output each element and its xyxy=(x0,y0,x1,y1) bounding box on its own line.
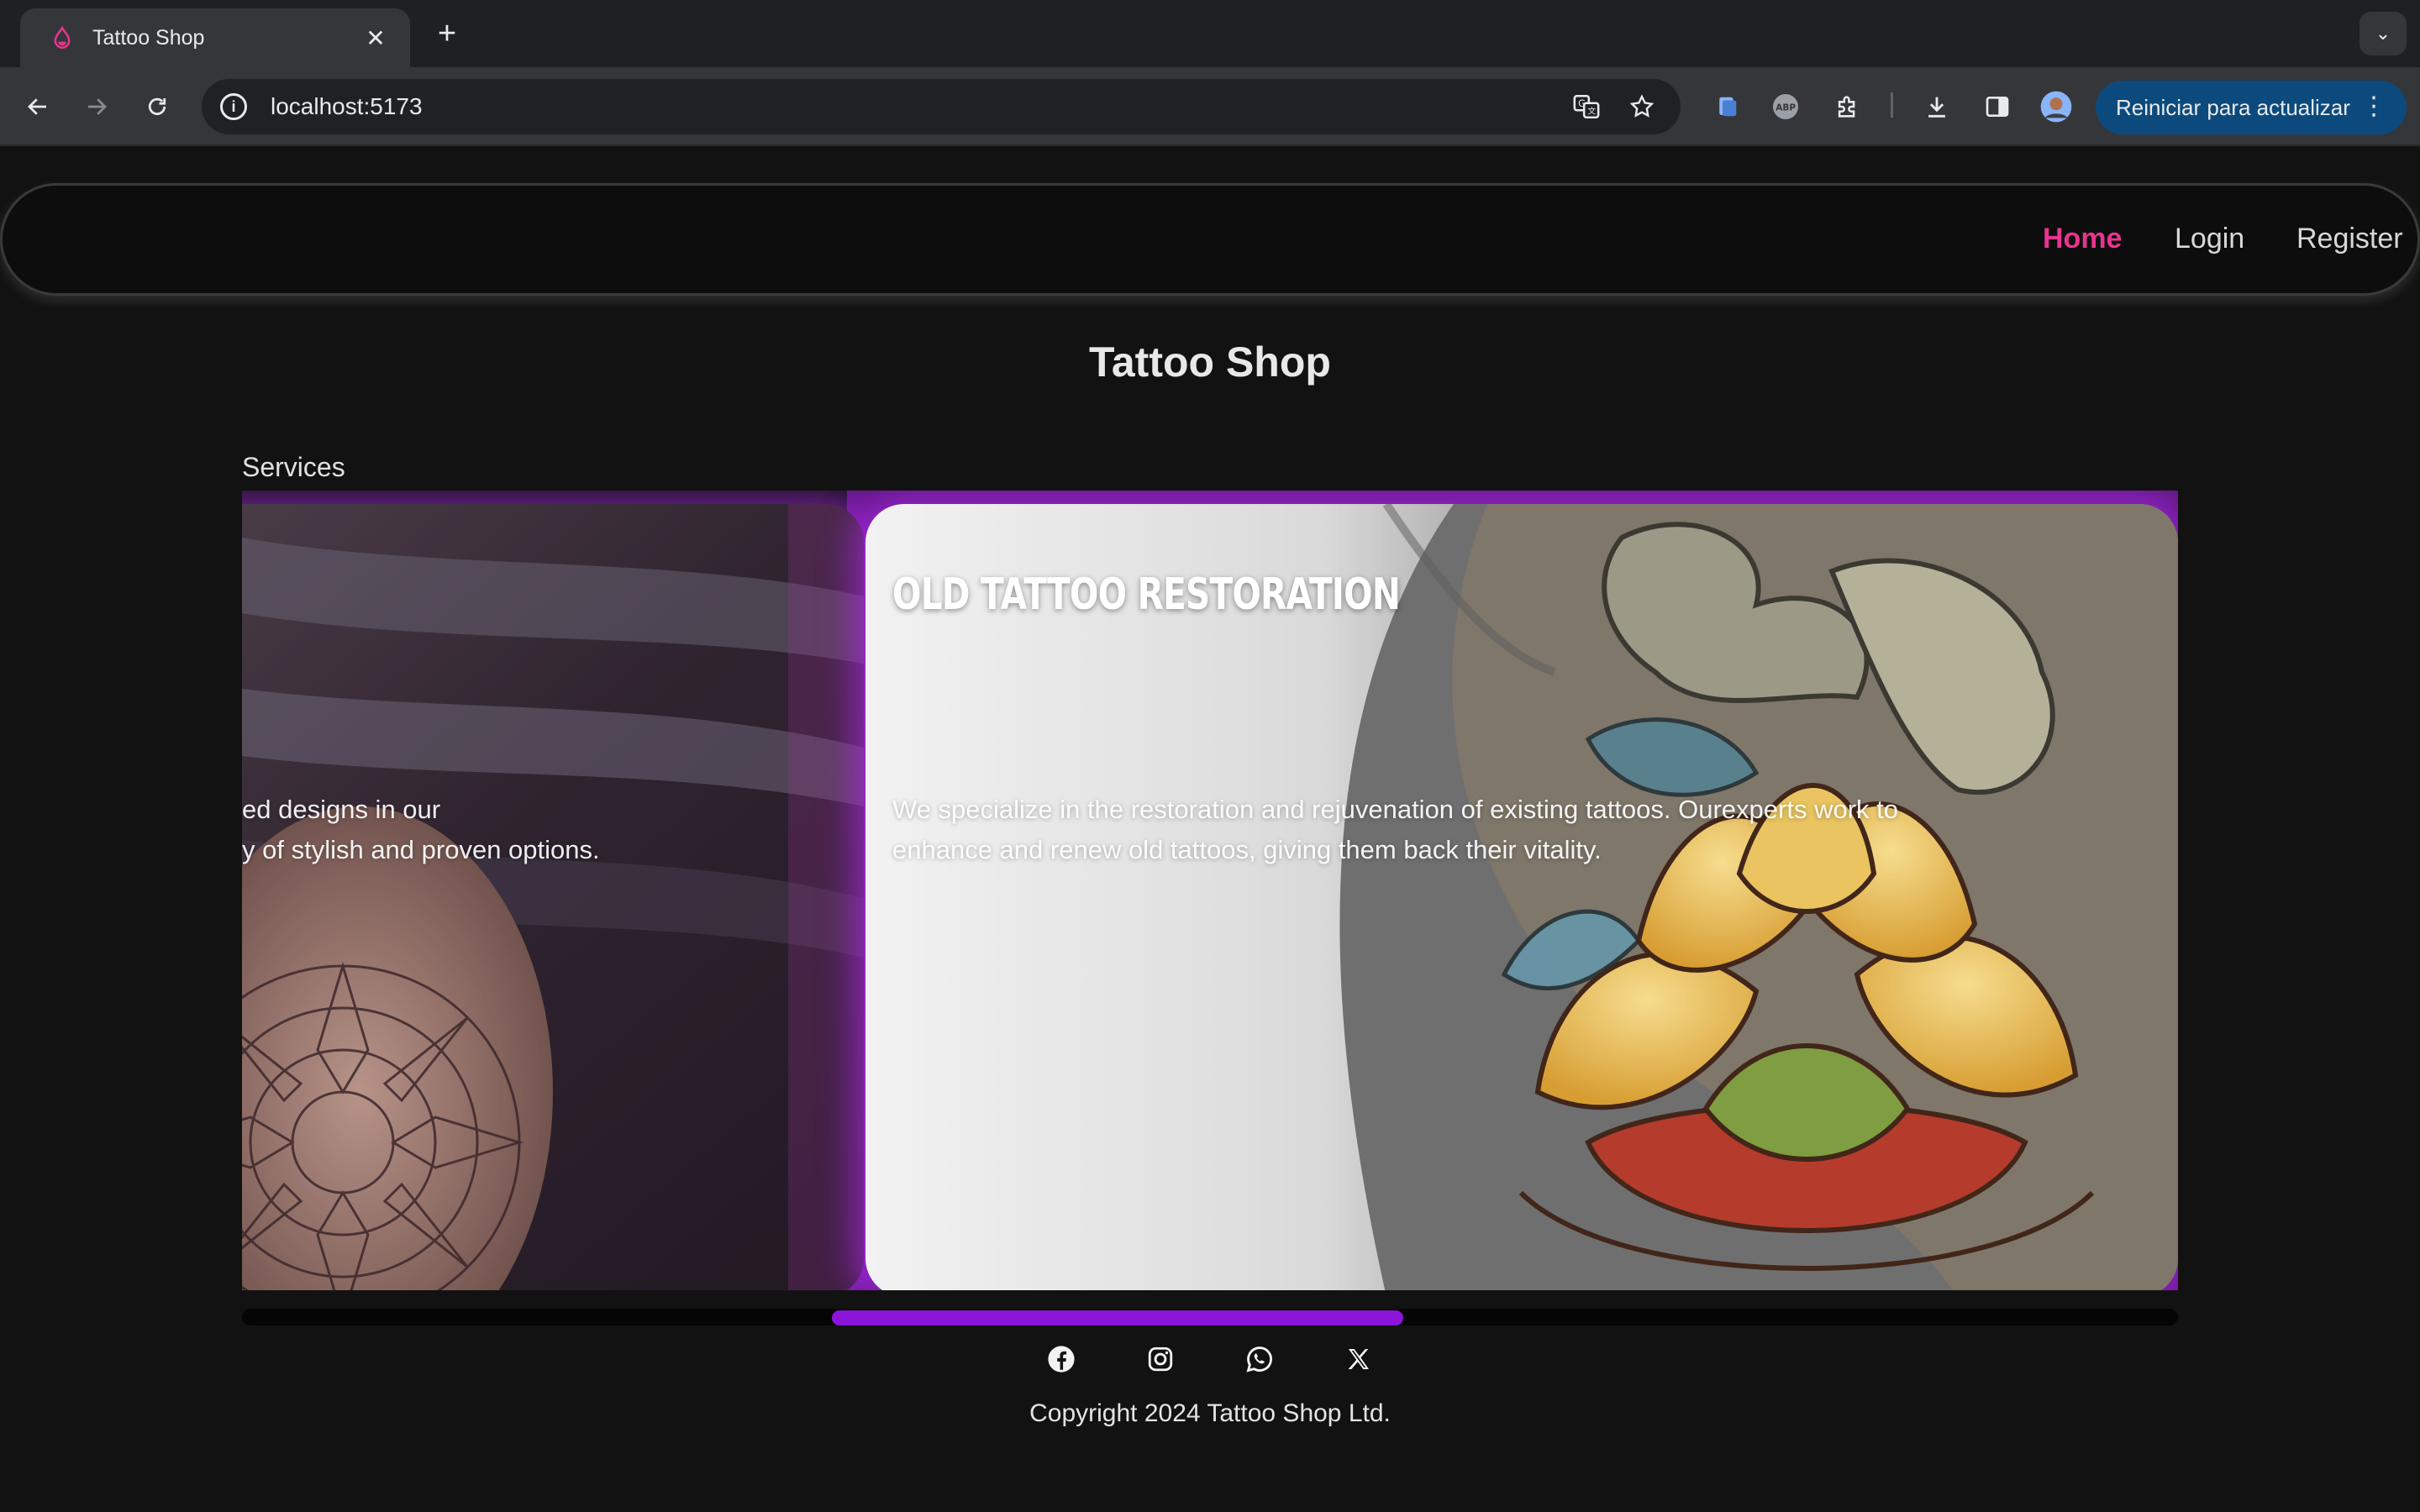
bookmark-star-icon[interactable] xyxy=(1627,92,1657,122)
page-title: Tattoo Shop xyxy=(1089,339,1331,386)
carousel-scrollbar[interactable] xyxy=(242,1309,2178,1326)
nav-register-link[interactable]: Register xyxy=(2296,223,2403,255)
tattoo-drop-favicon-icon xyxy=(54,26,71,49)
service-card-title: OLD TATTOO RESTORATION xyxy=(892,570,1401,620)
service-card-description: ed designs in our y of stylish and prove… xyxy=(242,790,746,870)
svg-text:ABP: ABP xyxy=(1776,103,1796,113)
toolbar-separator xyxy=(1891,92,1893,118)
x-twitter-icon[interactable] xyxy=(1340,1341,1377,1378)
page-viewport: Home Login Register Tattoo Shop Services xyxy=(0,148,2420,1512)
browser-tab[interactable]: Tattoo Shop ✕ xyxy=(20,8,410,67)
service-card-mandala[interactable]: ed designs in our y of stylish and prove… xyxy=(242,504,864,1290)
adblock-icon[interactable]: ABP xyxy=(1766,87,1805,126)
tab-title: Tattoo Shop xyxy=(92,25,205,50)
services-carousel[interactable]: ed designs in our y of stylish and prove… xyxy=(242,491,2178,1290)
forward-icon[interactable] xyxy=(76,86,118,128)
reload-icon[interactable] xyxy=(136,86,178,128)
update-button-label: Reiniciar para actualizar xyxy=(2116,94,2350,120)
translate-icon[interactable]: G文 xyxy=(1571,92,1602,122)
side-panel-icon[interactable] xyxy=(1978,87,2017,126)
address-bar[interactable]: i localhost:5173 G文 xyxy=(202,79,1681,134)
nav-login-link[interactable]: Login xyxy=(2175,223,2244,255)
profile-avatar[interactable] xyxy=(2037,87,2075,126)
instagram-icon[interactable] xyxy=(1142,1341,1179,1378)
tab-list-chevron-icon[interactable]: ⌄ xyxy=(2360,12,2407,55)
svg-text:文: 文 xyxy=(1587,106,1596,117)
new-tab-icon[interactable]: + xyxy=(429,15,466,52)
service-card-restoration[interactable]: OLD TATTOO RESTORATION We specialize in … xyxy=(865,504,2178,1290)
close-tab-icon[interactable]: ✕ xyxy=(361,24,390,52)
facebook-icon[interactable] xyxy=(1043,1341,1080,1378)
restoration-tattoo-image xyxy=(865,504,2178,1290)
card-desc-line-2: y of stylish and proven options. xyxy=(242,835,600,864)
social-links xyxy=(0,1341,2420,1378)
browser-tab-strip: Tattoo Shop ✕ + ⌄ xyxy=(0,0,2420,67)
download-icon[interactable] xyxy=(1918,87,1956,126)
mandala-tattoo-image xyxy=(242,504,864,1290)
restart-update-button[interactable]: Reiniciar para actualizar ⋮ xyxy=(2096,81,2407,134)
services-section-label: Services xyxy=(242,452,345,482)
footer-copyright: Copyright 2024 Tattoo Shop Ltd. xyxy=(1029,1399,1391,1427)
service-card-description: We specialize in the restoration and rej… xyxy=(892,795,1898,864)
extension-docs-icon[interactable] xyxy=(1707,87,1746,126)
site-navbar: Home Login Register xyxy=(0,183,2420,296)
carousel-scrollbar-thumb[interactable] xyxy=(832,1310,1403,1326)
card-desc-line-1: ed designs in our xyxy=(242,795,441,824)
whatsapp-icon[interactable] xyxy=(1241,1341,1278,1378)
menu-dots-icon[interactable]: ⋮ xyxy=(2361,92,2386,121)
browser-toolbar: i localhost:5173 G文 ABP xyxy=(0,67,2420,146)
nav-home-link[interactable]: Home xyxy=(2043,223,2122,255)
back-icon[interactable] xyxy=(17,86,59,128)
url-text: localhost:5173 xyxy=(271,93,423,119)
site-info-icon[interactable]: i xyxy=(220,93,247,120)
extensions-puzzle-icon[interactable] xyxy=(1828,87,1867,126)
